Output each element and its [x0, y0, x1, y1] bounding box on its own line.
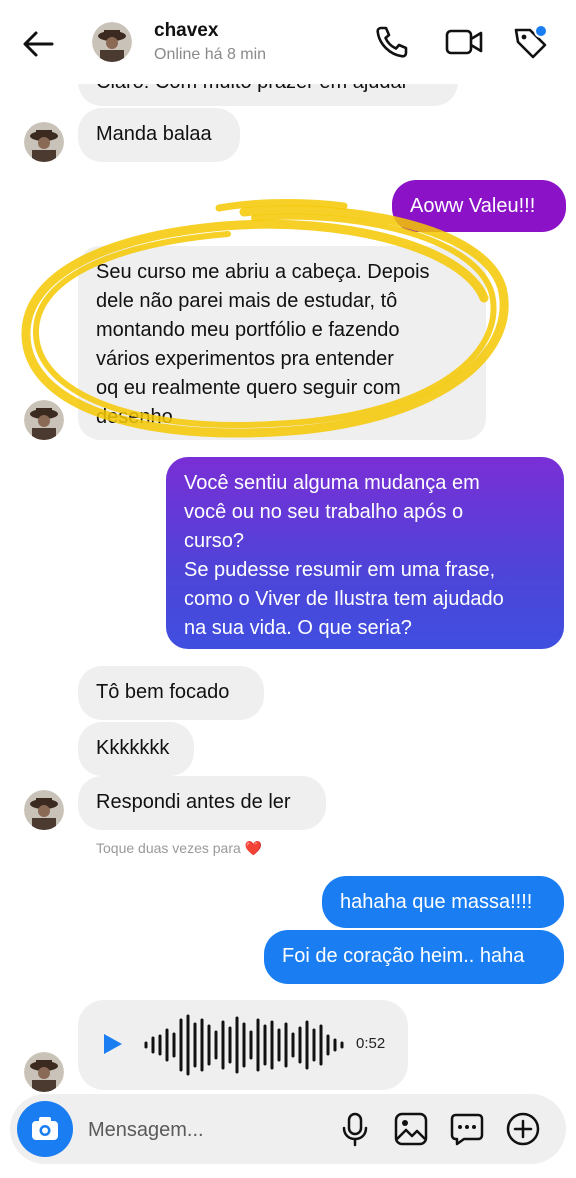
- contact-status: Online há 8 min: [154, 46, 267, 63]
- image-icon: [394, 1112, 428, 1146]
- tag-icon: [514, 24, 548, 59]
- plus-circle-icon: [506, 1112, 540, 1146]
- gallery-button[interactable]: [392, 1110, 430, 1148]
- tag-button[interactable]: [510, 22, 550, 62]
- play-icon[interactable]: [102, 1032, 124, 1056]
- add-button[interactable]: [504, 1110, 542, 1148]
- message-composer: [10, 1094, 566, 1164]
- contact-name[interactable]: chavex: [154, 20, 218, 42]
- voice-message[interactable]: 0:52: [78, 1000, 408, 1090]
- message-incoming[interactable]: Kkkkkkk: [78, 722, 194, 776]
- camera-button[interactable]: [17, 1101, 73, 1157]
- video-call-button[interactable]: [444, 22, 484, 62]
- phone-icon: [376, 26, 408, 58]
- sticker-button[interactable]: [448, 1110, 486, 1148]
- avatar[interactable]: [24, 122, 64, 162]
- avatar[interactable]: [24, 1052, 64, 1092]
- message-incoming[interactable]: Manda balaa: [78, 108, 240, 162]
- call-button[interactable]: [372, 22, 412, 62]
- message-outgoing[interactable]: Você sentiu alguma mudança em você ou no…: [166, 457, 564, 649]
- message-input[interactable]: [86, 1114, 310, 1146]
- message-outgoing[interactable]: Foi de coração heim.. haha: [264, 930, 564, 984]
- message-incoming[interactable]: Tô bem focado: [78, 666, 264, 720]
- avatar[interactable]: [24, 400, 64, 440]
- arrow-left-icon: [23, 31, 54, 57]
- message-outgoing[interactable]: hahaha que massa!!!!: [322, 876, 564, 928]
- message-incoming[interactable]: Respondi antes de ler: [78, 776, 326, 830]
- voice-duration: 0:52: [356, 1035, 386, 1052]
- avatar[interactable]: [24, 790, 64, 830]
- microphone-icon: [342, 1112, 368, 1147]
- double-tap-hint: Toque duas vezes para ❤️: [96, 840, 263, 856]
- avatar[interactable]: [92, 22, 132, 62]
- message-outgoing[interactable]: Aoww Valeu!!!: [392, 180, 566, 232]
- microphone-button[interactable]: [336, 1110, 374, 1148]
- back-button[interactable]: [18, 24, 58, 64]
- waveform[interactable]: [142, 1012, 352, 1078]
- camera-icon: [32, 1117, 58, 1140]
- chat-header: chavex Online há 8 min: [0, 0, 576, 84]
- message-incoming[interactable]: Seu curso me abriu a cabeça. Depois dele…: [78, 246, 486, 440]
- chat-bubble-icon: [450, 1113, 484, 1146]
- video-camera-icon: [445, 29, 483, 55]
